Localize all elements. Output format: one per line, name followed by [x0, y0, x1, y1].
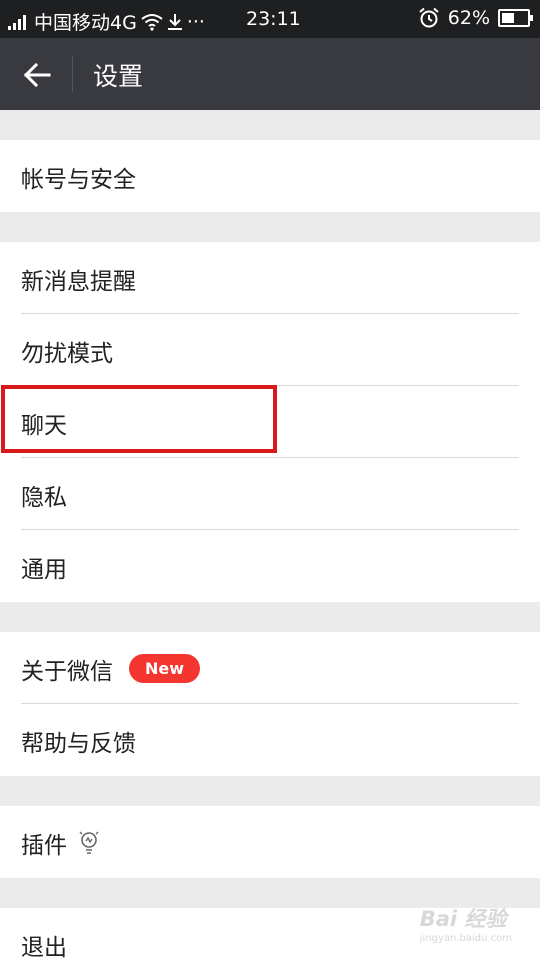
- settings-group-plugins: 插件: [0, 806, 540, 878]
- lightbulb-icon: [79, 831, 99, 854]
- settings-item-label: 通用: [21, 557, 67, 583]
- carrier-label: 中国移动4G: [34, 12, 137, 34]
- settings-item-label: 插件: [21, 833, 67, 859]
- signal-icon: [8, 14, 26, 30]
- battery-icon: [498, 9, 533, 27]
- settings-item-label: 帐号与安全: [21, 167, 136, 193]
- back-arrow-icon[interactable]: [22, 60, 52, 90]
- page-title: 设置: [93, 62, 144, 91]
- settings-item-label: 勿扰模式: [21, 341, 113, 367]
- settings-group-about: 关于微信 New 帮助与反馈: [0, 632, 540, 776]
- settings-item-general[interactable]: 通用: [0, 530, 540, 602]
- settings-item-plugins[interactable]: 插件: [0, 806, 540, 878]
- new-badge: New: [129, 654, 201, 683]
- header-divider: [72, 56, 73, 92]
- highlight-box: [1, 385, 277, 453]
- clock: 23:11: [246, 8, 301, 30]
- settings-item-label: 隐私: [21, 485, 67, 511]
- status-bar: 中国移动4G ··· 23:11 62%: [0, 0, 540, 38]
- settings-item-notifications[interactable]: 新消息提醒: [0, 242, 540, 314]
- settings-item-about-wechat[interactable]: 关于微信 New: [0, 632, 540, 704]
- settings-item-do-not-disturb[interactable]: 勿扰模式: [0, 314, 540, 386]
- battery-percent: 62%: [447, 7, 490, 29]
- alarm-icon: [419, 7, 439, 28]
- more-indicator: ···: [186, 10, 205, 33]
- settings-item-label: 关于微信: [21, 659, 113, 685]
- baidu-jingyan-watermark: Bai 经验 jingyan.baidu.com: [419, 907, 512, 944]
- settings-item-label: 退出: [21, 935, 67, 961]
- settings-item-label: 新消息提醒: [21, 269, 136, 295]
- settings-item-help-feedback[interactable]: 帮助与反馈: [0, 704, 540, 776]
- wifi-icon: [141, 13, 163, 31]
- settings-item-label: 帮助与反馈: [21, 731, 136, 757]
- settings-item-privacy[interactable]: 隐私: [0, 458, 540, 530]
- download-icon: [167, 13, 182, 30]
- settings-group-account: 帐号与安全: [0, 140, 540, 212]
- app-bar: 设置: [0, 38, 540, 110]
- settings-item-account-security[interactable]: 帐号与安全: [0, 140, 540, 212]
